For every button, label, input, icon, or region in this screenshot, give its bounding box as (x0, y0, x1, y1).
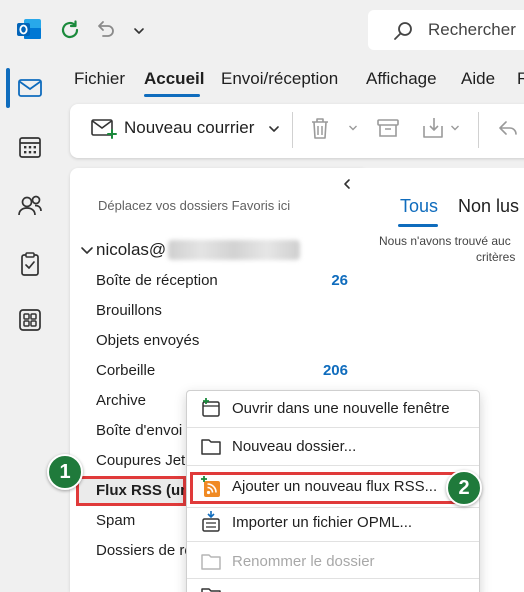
archive-icon[interactable] (374, 114, 402, 142)
folder-icon (201, 588, 221, 592)
tab-active-underline (144, 94, 200, 97)
tab-affichage[interactable]: Affichage (366, 69, 437, 89)
new-window-icon (202, 398, 220, 417)
folder-archive[interactable]: Archive (96, 392, 146, 409)
menu-divider (187, 541, 479, 542)
folder-icon (201, 439, 221, 455)
tab-fichier[interactable]: Fichier (74, 69, 125, 89)
folder-search-folders[interactable]: Dossiers de re (96, 542, 193, 559)
empty-state-text: Nous n'avons trouvé auc (379, 234, 511, 248)
import-opml-icon (202, 511, 220, 532)
outlook-logo-icon (17, 19, 41, 39)
favorites-hint: Déplacez vos dossiers Favoris ici (98, 198, 291, 213)
folder-jetpack[interactable]: Coupures Jetp (96, 452, 194, 469)
tab-aide[interactable]: Aide (461, 69, 495, 89)
chevron-down-icon[interactable] (348, 124, 358, 132)
rss-menu-highlight (190, 472, 470, 504)
mail-icon[interactable] (16, 74, 44, 102)
redacted-email-domain (168, 240, 300, 260)
account-name[interactable]: nicolas@ (96, 240, 166, 260)
chevron-down-icon[interactable] (80, 246, 94, 256)
empty-state-text: critères (476, 250, 516, 264)
folder-spam[interactable]: Spam (96, 512, 135, 529)
tab-all[interactable]: Tous (400, 196, 438, 217)
delete-icon[interactable] (306, 114, 334, 142)
chevron-down-icon[interactable] (268, 124, 280, 134)
tasks-icon[interactable] (16, 250, 44, 278)
calendar-icon[interactable] (16, 133, 44, 161)
folder-rss[interactable]: Flux RSS (un (96, 482, 184, 499)
search-icon (394, 22, 412, 40)
step-badge-2: 2 (446, 470, 482, 506)
menu-item-open-new-window[interactable]: Ouvrir dans une nouvelle fenêtre (232, 400, 450, 417)
apps-icon[interactable] (16, 306, 44, 334)
folder-inbox[interactable]: Boîte de réception (96, 272, 218, 289)
step-badge-1: 1 (47, 454, 83, 490)
menu-divider (187, 465, 479, 466)
search-input[interactable]: Rechercher (428, 20, 516, 40)
menu-item-new-folder[interactable]: Nouveau dossier... (232, 438, 356, 455)
ribbon-divider (292, 112, 293, 148)
new-mail-button[interactable]: Nouveau courrier (124, 118, 254, 138)
rename-folder-icon (201, 554, 221, 570)
collapse-pane-icon[interactable] (342, 178, 352, 190)
tab-overflow[interactable]: R (517, 69, 524, 89)
menu-item-rename-folder[interactable]: Renommer le dossier (232, 553, 375, 570)
menu-item-import-opml[interactable]: Importer un fichier OPML... (232, 514, 412, 531)
chevron-down-icon[interactable] (450, 124, 460, 132)
menu-divider (187, 507, 479, 508)
rail-active-indicator (6, 68, 10, 108)
undo-icon[interactable] (94, 18, 116, 40)
quick-access-dropdown-icon[interactable] (132, 26, 146, 36)
ribbon-divider (478, 112, 479, 148)
tab-accueil[interactable]: Accueil (144, 69, 204, 89)
people-icon[interactable] (16, 192, 44, 220)
reply-icon[interactable] (494, 114, 522, 142)
folder-drafts[interactable]: Brouillons (96, 302, 162, 319)
unread-count: 206 (322, 362, 348, 379)
menu-divider (187, 578, 479, 579)
tab-unread[interactable]: Non lus (458, 196, 519, 217)
refresh-icon[interactable] (58, 18, 82, 42)
move-icon[interactable] (420, 114, 448, 142)
folder-sent[interactable]: Objets envoyés (96, 332, 199, 349)
new-mail-icon (91, 119, 117, 139)
folder-trash[interactable]: Corbeille (96, 362, 155, 379)
folder-outbox[interactable]: Boîte d'envoi (96, 422, 182, 439)
unread-count: 26 (331, 272, 348, 289)
tab-envoi-reception[interactable]: Envoi/réception (221, 69, 338, 89)
menu-divider (187, 427, 479, 428)
tab-all-underline (398, 224, 438, 227)
